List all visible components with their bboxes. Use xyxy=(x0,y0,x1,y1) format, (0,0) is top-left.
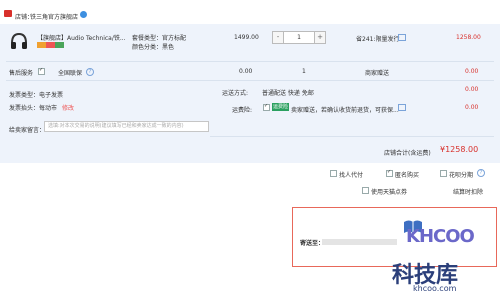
unit-price: 1499.00 xyxy=(234,34,259,41)
edit-icon[interactable] xyxy=(398,34,406,41)
anonymous-label[interactable]: 匿名购买 xyxy=(395,170,419,179)
shipping-total: 0.00 xyxy=(465,86,479,93)
product-title[interactable]: 【旗舰店】Audio Technica/铁... xyxy=(37,33,126,42)
badge-icon xyxy=(46,42,55,48)
shipping-label: 运送方式: xyxy=(222,90,249,97)
spec-type: 套餐类型：官方标配 xyxy=(132,35,187,42)
info-icon[interactable] xyxy=(398,104,406,111)
help-icon[interactable]: ? xyxy=(86,68,94,76)
proxy-pay-checkbox[interactable] xyxy=(330,170,337,177)
service-total: 0.00 xyxy=(465,68,479,75)
service-note: 商家赠送 xyxy=(365,70,390,77)
service-qty: 1 xyxy=(302,68,306,75)
badge-icon xyxy=(37,42,46,48)
divider xyxy=(210,136,494,137)
discount-text: 省241:限量发行 xyxy=(356,36,400,43)
invoice-edit-link[interactable]: 修改 xyxy=(62,103,74,112)
huabei-checkbox[interactable] xyxy=(440,170,447,177)
quantity-value: 1 xyxy=(297,34,301,41)
service-label: 售后服务 xyxy=(9,70,34,77)
product-total: 1258.00 xyxy=(456,34,481,41)
service-checkbox[interactable] xyxy=(38,67,45,75)
product-image[interactable] xyxy=(9,31,29,51)
huabei-label[interactable]: 花呗分期 xyxy=(449,170,473,179)
invoice-title: 发票抬头：每动市 xyxy=(9,105,58,112)
message-label: 给卖家留言： xyxy=(9,127,46,134)
invoice-type: 发票类型：电子发票 xyxy=(9,92,64,99)
order-panel xyxy=(0,24,500,163)
proxy-pay-label[interactable]: 找人代付 xyxy=(339,170,363,179)
quantity-input[interactable]: 1 xyxy=(283,31,315,44)
subtotal-amount: ¥1258.00 xyxy=(440,145,479,154)
chat-icon[interactable] xyxy=(80,11,87,18)
headphones-icon xyxy=(11,32,27,49)
spec-color: 颜色分类：黑色 xyxy=(132,44,175,51)
shop-icon xyxy=(4,10,12,17)
insurance-text: 卖家赠送，若确认收货前退货，可获保... xyxy=(291,107,399,114)
tmall-points-checkbox[interactable] xyxy=(362,187,369,194)
service-price: 0.00 xyxy=(239,68,253,75)
message-input[interactable]: 选填:对本次交易的说明(建议填写已经和卖家达成一致的内容) xyxy=(44,121,209,132)
shipping-value: 普通配送 快递 免邮 xyxy=(262,90,314,97)
shop-name[interactable]: 铁三角官方旗舰店 xyxy=(30,12,78,21)
address-label: 寄送至： xyxy=(300,240,325,247)
tmall-points-label[interactable]: 使用天猫点券 xyxy=(371,187,407,196)
help-icon[interactable]: ? xyxy=(477,169,485,177)
insurance-badge: 运费险 xyxy=(272,103,290,111)
service-option: 全国联保 xyxy=(58,70,83,77)
divider xyxy=(6,61,494,62)
watermark-url: khcoo.com xyxy=(413,284,457,293)
insurance-checkbox[interactable] xyxy=(263,103,270,111)
quantity-plus-button[interactable]: + xyxy=(314,31,326,44)
divider xyxy=(6,80,494,81)
checkout-note: 结算时扣除 xyxy=(453,189,484,196)
khcoo-text: KHCOO xyxy=(406,226,475,247)
subtotal-label: 店铺合计(含运费) xyxy=(384,150,431,157)
badge-icon xyxy=(55,42,64,48)
address-blurred xyxy=(322,239,397,245)
insurance-total: 0.00 xyxy=(465,104,479,111)
anonymous-checkbox[interactable] xyxy=(386,169,393,177)
insurance-label: 运费险: xyxy=(232,107,253,114)
